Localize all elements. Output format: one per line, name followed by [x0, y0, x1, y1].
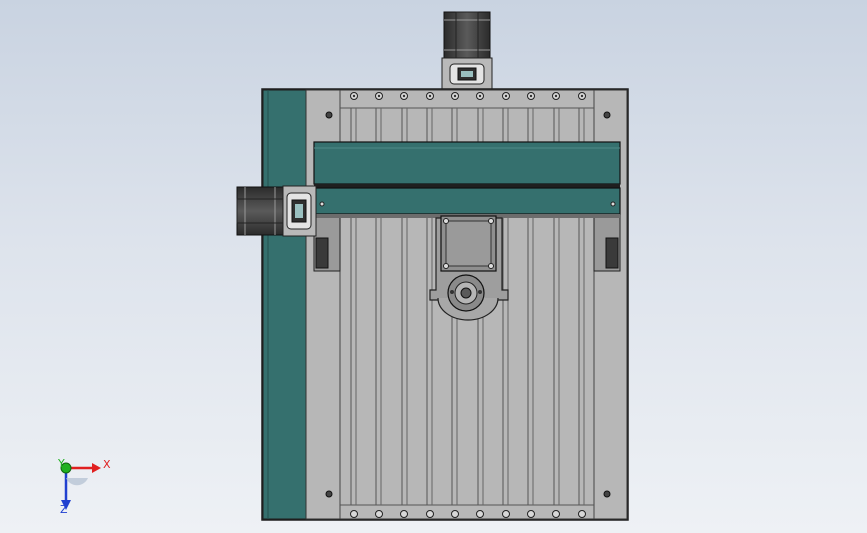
stepper-motor-left-icon	[236, 186, 284, 236]
coupling-top-icon	[441, 57, 493, 91]
cad-viewport[interactable]: X Y Z	[0, 0, 867, 533]
axis-x-label: X	[103, 458, 111, 471]
cad-drawing: X Y Z	[57, 11, 629, 521]
left-rail-block	[313, 214, 341, 272]
right-rail-block	[593, 214, 621, 272]
left-side-panel[interactable]	[262, 89, 307, 520]
axis-y-label: Y	[57, 457, 65, 470]
stepper-motor-top-icon	[443, 11, 491, 59]
coupling-left-icon	[282, 185, 317, 237]
axis-z-label: Z	[60, 503, 68, 516]
x-gantry[interactable]	[313, 141, 621, 218]
